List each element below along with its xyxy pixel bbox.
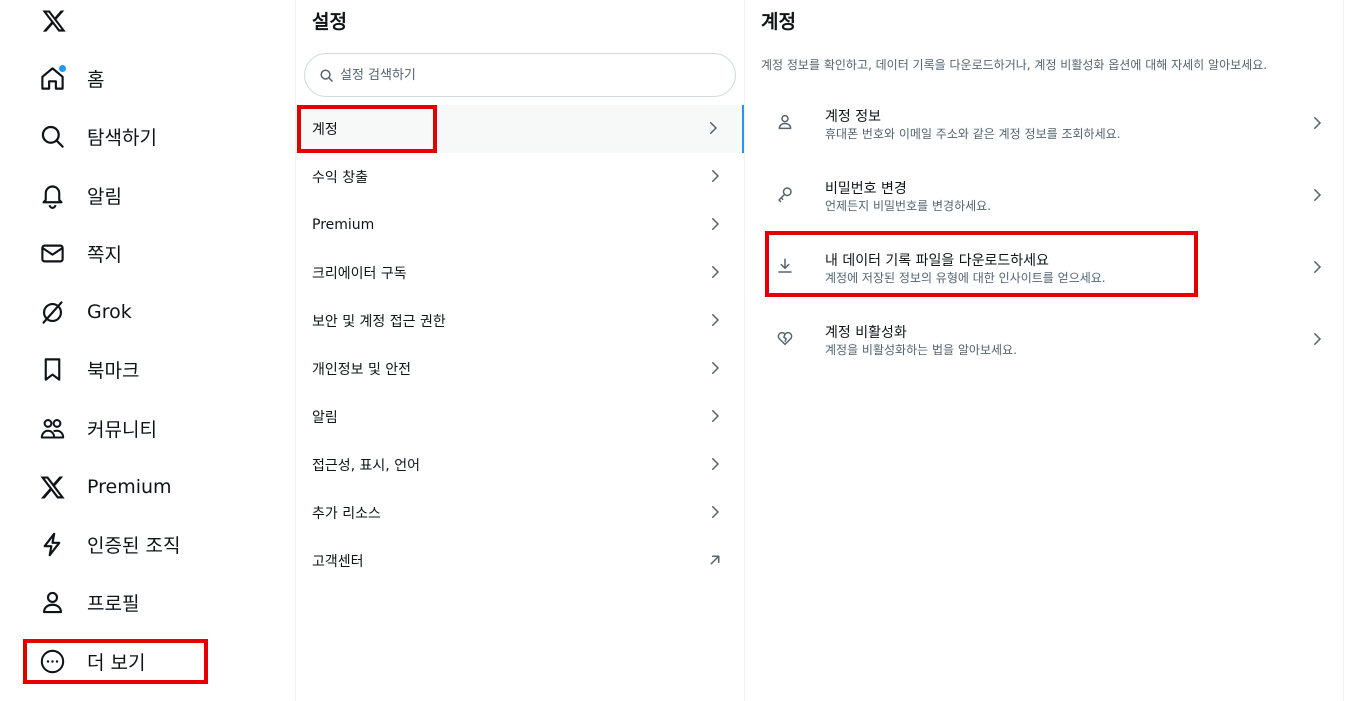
nav-item-verified-orgs[interactable]: 인증된 조직 <box>38 521 180 567</box>
menu-item-label: Premium <box>312 217 375 233</box>
nav-label: 더 보기 <box>87 651 146 674</box>
account-row-subtitle: 계정을 비활성화하는 법을 알아보세요. <box>825 343 1017 357</box>
chevron-right-icon <box>712 314 720 326</box>
chevron-right-icon <box>712 170 720 182</box>
chevron-right-icon <box>1314 117 1322 129</box>
settings-item-creator-subscriptions[interactable]: 크리에이터 구독 <box>296 249 744 297</box>
menu-item-label: 보안 및 계정 접근 권한 <box>312 314 446 330</box>
menu-item-label: 알림 <box>312 410 338 426</box>
menu-item-label: 개인정보 및 안전 <box>312 362 412 378</box>
settings-search[interactable] <box>304 53 736 97</box>
account-row-title: 내 데이터 기록 파일을 다운로드하세요 <box>825 253 1049 269</box>
nav-item-grok[interactable]: Grok <box>38 289 132 335</box>
account-info-row[interactable]: 계정 정보 휴대폰 번호와 이메일 주소와 같은 계정 정보를 조회하세요. <box>745 85 1343 157</box>
download-icon <box>778 258 792 273</box>
settings-item-premium[interactable]: Premium <box>296 201 744 249</box>
chevron-right-icon <box>712 266 720 278</box>
deactivate-account-row[interactable]: 계정 비활성화 계정을 비활성화하는 법을 알아보세요. <box>745 301 1343 373</box>
nav-label: Grok <box>87 301 132 323</box>
nav-label: Premium <box>87 476 172 498</box>
account-row-title: 계정 정보 <box>825 109 881 125</box>
settings-item-security[interactable]: 보안 및 계정 접근 권한 <box>296 297 744 345</box>
menu-item-label: 계정 <box>312 122 338 138</box>
lightning-icon <box>38 530 66 558</box>
chevron-right-icon <box>712 362 720 374</box>
person-icon <box>778 114 792 130</box>
chevron-right-icon <box>712 506 720 518</box>
primary-nav: 홈 탐색하기 알림 쪽지 Grok 북마크 커뮤니티 Premium 인증된 조… <box>0 0 296 701</box>
download-archive-row[interactable]: 내 데이터 기록 파일을 다운로드하세요 계정에 저장된 정보의 유형에 대한 … <box>745 229 1343 301</box>
home-icon <box>38 64 66 92</box>
chevron-right-icon <box>712 410 720 422</box>
chevron-right-icon <box>1314 333 1322 345</box>
nav-label: 프로필 <box>87 592 140 615</box>
menu-item-label: 고객센터 <box>312 554 364 570</box>
chevron-right-icon <box>1314 261 1322 273</box>
nav-item-home[interactable]: 홈 <box>38 55 104 101</box>
settings-item-notifications[interactable]: 알림 <box>296 393 744 441</box>
menu-item-label: 수익 창출 <box>312 170 368 186</box>
external-arrow-icon <box>710 555 720 565</box>
chevron-right-icon <box>1314 189 1322 201</box>
account-description: 계정 정보를 확인하고, 데이터 기록을 다운로드하거나, 계정 비활성화 옵션… <box>761 58 1268 72</box>
nav-label: 커뮤니티 <box>87 418 157 441</box>
settings-item-privacy[interactable]: 개인정보 및 안전 <box>296 345 744 393</box>
nav-label: 홈 <box>87 68 105 91</box>
x-logo-icon <box>38 473 66 501</box>
settings-item-resources[interactable]: 추가 리소스 <box>296 489 744 537</box>
settings-item-monetization[interactable]: 수익 창출 <box>296 153 744 201</box>
menu-item-label: 크리에이터 구독 <box>312 266 407 282</box>
nav-item-messages[interactable]: 쪽지 <box>38 230 122 276</box>
column-divider <box>1343 0 1344 701</box>
grok-icon <box>38 298 66 326</box>
nav-label: 탐색하기 <box>87 126 157 149</box>
nav-item-notifications[interactable]: 알림 <box>38 172 122 218</box>
more-circle-icon <box>38 647 66 675</box>
nav-label: 북마크 <box>87 359 140 382</box>
chevron-right-icon <box>712 458 720 470</box>
person-icon <box>38 588 66 616</box>
nav-item-profile[interactable]: 프로필 <box>38 579 139 625</box>
nav-label: 알림 <box>87 185 122 208</box>
bookmark-icon <box>38 355 66 383</box>
nav-item-premium[interactable]: Premium <box>38 464 172 510</box>
search-input[interactable] <box>340 67 720 83</box>
account-row-title: 비밀번호 변경 <box>825 181 907 197</box>
notification-dot <box>59 65 66 72</box>
search-icon <box>320 68 333 82</box>
settings-title: 설정 <box>312 11 347 33</box>
search-icon <box>38 122 66 150</box>
settings-item-help-center[interactable]: 고객센터 <box>296 537 744 585</box>
settings-item-account[interactable]: 계정 <box>296 105 744 153</box>
broken-heart-icon <box>777 331 793 346</box>
menu-item-label: 추가 리소스 <box>312 506 381 522</box>
account-row-subtitle: 언제든지 비밀번호를 변경하세요. <box>825 199 992 213</box>
nav-item-communities[interactable]: 커뮤니티 <box>38 405 157 451</box>
account-row-subtitle: 휴대폰 번호와 이메일 주소와 같은 계정 정보를 조회하세요. <box>825 127 1121 141</box>
account-row-title: 계정 비활성화 <box>825 325 907 341</box>
change-password-row[interactable]: 비밀번호 변경 언제든지 비밀번호를 변경하세요. <box>745 157 1343 229</box>
people-icon <box>38 414 66 442</box>
key-icon <box>778 187 792 203</box>
x-logo-icon[interactable] <box>41 8 67 34</box>
chevron-right-icon <box>712 218 720 230</box>
envelope-icon <box>38 239 66 267</box>
nav-label: 쪽지 <box>87 243 122 266</box>
nav-item-more[interactable]: 더 보기 <box>38 638 145 684</box>
account-row-subtitle: 계정에 저장된 정보의 유형에 대한 인사이트를 얻으세요. <box>825 271 1106 285</box>
menu-item-label: 접근성, 표시, 언어 <box>312 458 420 474</box>
chevron-right-icon <box>710 122 718 134</box>
nav-item-explore[interactable]: 탐색하기 <box>38 113 157 159</box>
settings-item-accessibility[interactable]: 접근성, 표시, 언어 <box>296 441 744 489</box>
account-title: 계정 <box>761 11 796 33</box>
nav-label: 인증된 조직 <box>87 534 181 557</box>
bell-icon <box>38 181 66 209</box>
nav-item-bookmarks[interactable]: 북마크 <box>38 346 139 392</box>
